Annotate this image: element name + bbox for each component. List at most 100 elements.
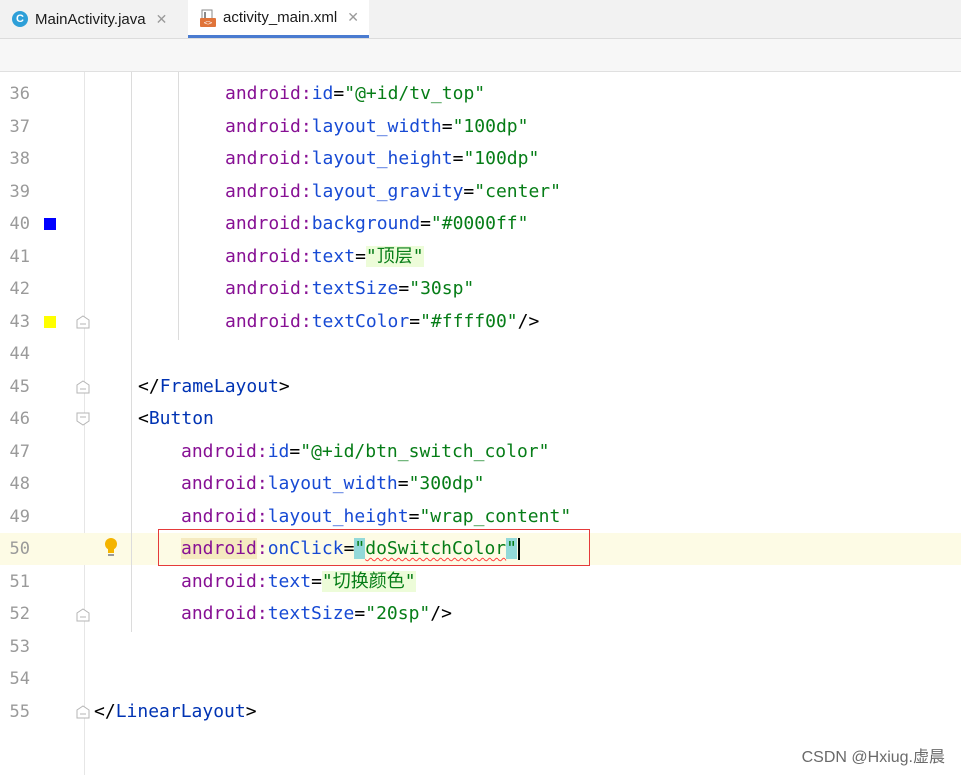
fold-end-icon[interactable] xyxy=(76,380,90,394)
namespace: android xyxy=(181,506,257,527)
line-number: 42 xyxy=(9,279,30,299)
tab-label: MainActivity.java xyxy=(35,10,146,28)
line-number: 41 xyxy=(9,247,30,267)
attribute-name: layout_width xyxy=(311,116,442,137)
separator: : xyxy=(256,571,268,592)
attribute-value: "300dp" xyxy=(408,473,485,494)
tab-activity-main-xml[interactable]: <> activity_main.xml ✕ xyxy=(188,0,369,38)
equals: = xyxy=(408,506,420,527)
watermark: CSDN @Hxiug.虚晨 xyxy=(801,749,945,766)
tab-label: activity_main.xml xyxy=(223,9,338,26)
line-number: 46 xyxy=(9,409,30,429)
fold-end-icon[interactable] xyxy=(76,705,90,719)
code-line-52[interactable]: android:textSize="20sp"/> xyxy=(181,598,452,630)
equals: = xyxy=(354,603,366,624)
namespace: android xyxy=(181,473,257,494)
attribute-name: layout_width xyxy=(267,473,398,494)
code-line-40[interactable]: android:background="#0000ff" xyxy=(225,208,528,240)
fold-end-icon[interactable] xyxy=(76,315,90,329)
line-number: 37 xyxy=(9,117,30,137)
attribute-name: id xyxy=(267,441,290,462)
equals: = xyxy=(397,473,409,494)
code-line-45[interactable]: </FrameLayout> xyxy=(138,371,290,403)
namespace: android xyxy=(225,181,301,202)
close-icon[interactable]: ✕ xyxy=(347,9,359,26)
editor-tab-bar: C MainActivity.java ✕ <> activity_main.x… xyxy=(0,0,961,39)
separator: : xyxy=(300,116,312,137)
equals: = xyxy=(398,278,410,299)
separator: : xyxy=(300,181,312,202)
code-line-36[interactable]: android:id="@+id/tv_top" xyxy=(225,78,485,110)
line-number: 38 xyxy=(9,149,30,169)
xml-layout-icon: <> xyxy=(200,9,216,27)
attribute-name: background xyxy=(311,213,421,234)
code-line-38[interactable]: android:layout_height="100dp" xyxy=(225,143,539,175)
attribute-name: textColor xyxy=(311,311,410,332)
separator: : xyxy=(256,506,268,527)
editor-breadcrumb-strip xyxy=(0,39,961,72)
code-line-43[interactable]: android:textColor="#ffff00"/> xyxy=(225,306,539,338)
line-number: 44 xyxy=(9,344,30,364)
color-swatch-yellow[interactable] xyxy=(44,316,56,328)
equals: = xyxy=(463,181,475,202)
separator: : xyxy=(300,83,312,104)
namespace: android xyxy=(225,83,301,104)
equals: = xyxy=(452,148,464,169)
tag-close: /> xyxy=(430,603,452,624)
code-line-41[interactable]: android:text="顶层" xyxy=(225,241,424,273)
attribute-value: "100dp" xyxy=(463,148,540,169)
attribute-name: textSize xyxy=(267,603,355,624)
close-icon[interactable]: ✕ xyxy=(156,11,168,28)
code-line-39[interactable]: android:layout_gravity="center" xyxy=(225,176,561,208)
equals: = xyxy=(289,441,301,462)
svg-text:<>: <> xyxy=(204,19,212,27)
namespace: android xyxy=(225,311,301,332)
namespace: android xyxy=(181,441,257,462)
attribute-value: "@+id/btn_switch_color" xyxy=(300,441,550,462)
fold-start-icon[interactable] xyxy=(76,412,90,426)
line-number: 43 xyxy=(9,312,30,332)
attribute-name: text xyxy=(311,246,356,267)
line-number: 55 xyxy=(9,702,30,722)
equals: = xyxy=(333,83,345,104)
line-number: 39 xyxy=(9,182,30,202)
attribute-value: "20sp" xyxy=(365,603,431,624)
line-number: 51 xyxy=(9,572,30,592)
line-number: 50 xyxy=(9,539,30,559)
tag-close: /> xyxy=(517,311,540,332)
code-line-48[interactable]: android:layout_width="300dp" xyxy=(181,468,484,500)
fold-end-icon[interactable] xyxy=(76,608,90,622)
line-number: 52 xyxy=(9,604,30,624)
separator: : xyxy=(256,473,268,494)
attribute-name: layout_height xyxy=(267,506,409,527)
code-line-55[interactable]: </LinearLayout> xyxy=(94,696,257,728)
attribute-value: "#ffff00" xyxy=(420,311,518,332)
tag-close: > xyxy=(278,376,290,397)
tag-open: </ xyxy=(138,376,160,397)
code-line-47[interactable]: android:id="@+id/btn_switch_color" xyxy=(181,436,549,468)
tag-name: FrameLayout xyxy=(159,376,279,397)
namespace: android xyxy=(225,278,301,299)
line-number: 48 xyxy=(9,474,30,494)
code-line-51[interactable]: android:text="切换颜色" xyxy=(181,566,416,598)
attribute-name: layout_gravity xyxy=(311,181,464,202)
attribute-name: textSize xyxy=(311,278,399,299)
namespace: android xyxy=(225,213,301,234)
tab-main-activity[interactable]: C MainActivity.java ✕ xyxy=(12,0,167,38)
equals: = xyxy=(441,116,453,137)
equals: = xyxy=(355,246,366,267)
equals: = xyxy=(420,213,431,234)
attribute-value: "center" xyxy=(474,181,561,202)
line-number: 40 xyxy=(9,214,30,234)
separator: : xyxy=(300,311,312,332)
code-line-42[interactable]: android:textSize="30sp" xyxy=(225,273,474,305)
indent-guide xyxy=(178,72,179,340)
intention-bulb-icon[interactable] xyxy=(103,537,119,557)
attribute-value: "100dp" xyxy=(452,116,529,137)
tag-open: </ xyxy=(94,701,116,722)
code-line-46[interactable]: <Button xyxy=(138,403,214,435)
color-swatch-blue[interactable] xyxy=(44,218,56,230)
highlight-annotation-box xyxy=(158,529,590,566)
attribute-value: "30sp" xyxy=(409,278,475,299)
code-line-37[interactable]: android:layout_width="100dp" xyxy=(225,111,528,143)
